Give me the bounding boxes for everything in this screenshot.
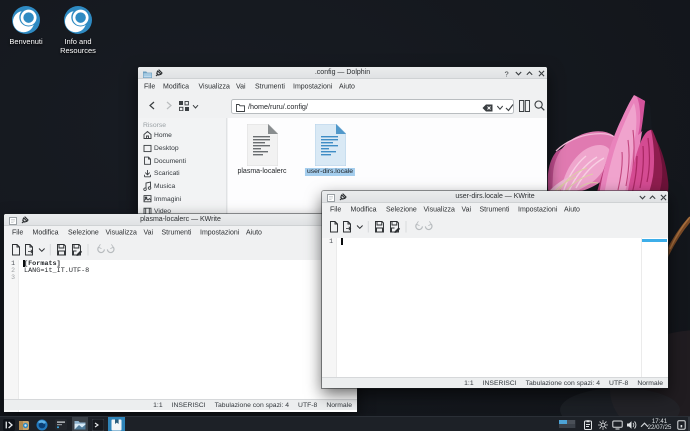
svg-text:?: ? (505, 70, 509, 79)
